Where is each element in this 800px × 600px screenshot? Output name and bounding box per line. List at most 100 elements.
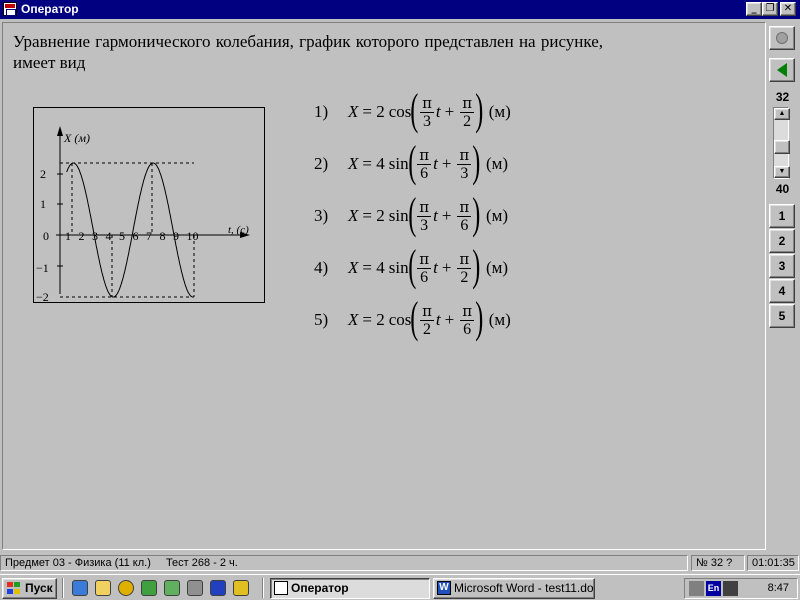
window-title: Оператор	[21, 2, 79, 16]
formula-unit: (м)	[488, 102, 511, 121]
fraction-1: π6	[417, 145, 432, 182]
desktop-icon[interactable]	[233, 580, 249, 596]
scroll-thumb[interactable]	[774, 140, 790, 155]
formula-function: sin	[388, 206, 409, 225]
start-label: Пуск	[25, 581, 53, 595]
left-paren: (	[410, 293, 419, 342]
hint-button[interactable]	[769, 26, 795, 50]
word-app-icon: W	[437, 581, 451, 595]
fraction-1: π2	[420, 301, 434, 338]
question-text: Уравнение гармонического колебания, граф…	[13, 32, 603, 72]
answer-formula: X = 2 cos(π 3 t + π 2) (м)	[348, 87, 511, 137]
app-icon[interactable]	[3, 2, 17, 16]
left-paren: (	[410, 85, 419, 134]
answer-button-1[interactable]: 1	[769, 204, 795, 228]
formula-variable: X	[348, 206, 359, 225]
answer-button-4[interactable]: 4	[769, 279, 795, 303]
formula-unit: (м)	[485, 206, 509, 225]
formula-plus: +	[444, 310, 455, 329]
answer-button-5[interactable]: 5	[769, 304, 795, 328]
operator-app-icon	[274, 581, 288, 595]
back-button[interactable]	[769, 58, 795, 82]
formula-function: sin	[388, 154, 409, 173]
answer-button-3[interactable]: 3	[769, 254, 795, 278]
fraction-1: π3	[417, 197, 432, 234]
x-tick-1: 1	[65, 229, 71, 243]
question-area: Уравнение гармонического колебания, граф…	[2, 22, 766, 550]
left-paren: (	[407, 189, 416, 238]
minimize-button[interactable]: _	[746, 2, 762, 16]
start-button[interactable]: Пуск	[2, 578, 57, 599]
outlook-express-icon[interactable]	[95, 580, 111, 596]
fraction-2: π3	[457, 145, 472, 182]
formula-coefficient: = 2	[362, 310, 385, 329]
formula-plus: +	[441, 258, 452, 277]
formula-function: cos	[388, 310, 412, 329]
status-timer: 01:01:35	[747, 555, 799, 571]
scroll-down-button[interactable]: ▼	[774, 166, 790, 178]
question-scrollbar[interactable]: ▲ ▼	[773, 107, 790, 179]
internet-explorer-icon[interactable]	[72, 580, 88, 596]
formula-unit: (м)	[485, 258, 509, 277]
formula-function: sin	[388, 258, 409, 277]
current-question-number: 32	[775, 90, 790, 104]
y-tick-1: 1	[40, 197, 46, 211]
status-question-number: № 32 ?	[691, 555, 745, 571]
formula-coefficient: = 4	[362, 258, 385, 277]
task-word[interactable]: W Microsoft Word - test11.doc	[433, 578, 595, 599]
formula-time: t	[433, 258, 438, 277]
x-tick-3: 3	[92, 229, 98, 243]
arrow-left-icon	[777, 63, 787, 77]
x-tick-2: 2	[79, 229, 85, 243]
formula-coefficient: = 2	[362, 206, 385, 225]
fraction-2: π2	[457, 249, 472, 286]
task-word-label: Microsoft Word - test11.doc	[454, 581, 595, 595]
answer-formula: X = 2 cos(π 2 t + π 6) (м)	[348, 295, 511, 345]
formula-time: t	[433, 206, 438, 225]
speaker-icon[interactable]	[723, 581, 738, 596]
fraction-2: π6	[460, 301, 475, 338]
scroll-up-button[interactable]: ▲	[774, 108, 790, 120]
x-tick-5: 5	[119, 229, 125, 243]
keyboard-icon[interactable]	[689, 581, 704, 596]
close-button[interactable]: ✕	[780, 2, 796, 16]
language-indicator[interactable]: En	[706, 581, 721, 596]
formula-variable: X	[348, 258, 359, 277]
task-operator-label: Оператор	[291, 581, 349, 595]
formula-plus: +	[444, 102, 455, 121]
formula-coefficient: = 4	[362, 154, 385, 173]
status-subject-cell: Предмет 03 - Физика (11 кл.) Тест 268 - …	[0, 555, 688, 571]
paint-icon[interactable]	[210, 580, 226, 596]
clock: 8:47	[767, 582, 789, 594]
oscillation-graph: X (м) t, (c) 0 1 2 3 4 5 6 7 8 9 10 2 1 −1 −2	[33, 107, 265, 304]
channels-icon[interactable]	[118, 580, 134, 596]
y-tick-2: 2	[40, 167, 46, 181]
windows-logo-icon	[7, 582, 21, 595]
answer-formula: X = 4 sin(π 6 t + π 3) (м)	[348, 139, 508, 189]
taskbar: Пуск Оператор W Microsoft Word - test11.…	[0, 574, 800, 600]
x-tick-6: 6	[133, 229, 139, 243]
fraction-2: π2	[460, 93, 475, 130]
formula-plus: +	[441, 154, 452, 173]
task-operator[interactable]: Оператор	[270, 578, 430, 599]
formula-plus: +	[441, 206, 452, 225]
network-icon[interactable]	[141, 580, 157, 596]
right-paren: )	[472, 189, 481, 238]
x-tick-10: 10	[187, 229, 199, 243]
status-test: Тест 268 - 2 ч.	[165, 557, 238, 569]
x-tick-labels: 1 2 3 4 5 6 7 8 9 10	[65, 229, 199, 243]
formula-time: t	[435, 310, 441, 329]
formula-time: t	[435, 102, 441, 121]
title-bar: Оператор _ ❐ ✕	[0, 0, 800, 19]
media-icon[interactable]	[164, 580, 180, 596]
right-paren: )	[475, 85, 484, 134]
answer-number: 2)	[314, 154, 329, 173]
x-tick-4: 4	[106, 229, 112, 243]
left-paren: (	[407, 241, 416, 290]
restore-button[interactable]: ❐	[762, 2, 778, 16]
system-tray: En 8:47	[684, 578, 798, 599]
answer-formula: X = 4 sin(π 6 t + π 2) (м)	[348, 243, 508, 293]
calculator-icon[interactable]	[187, 580, 203, 596]
left-paren: (	[407, 137, 416, 186]
answer-button-2[interactable]: 2	[769, 229, 795, 253]
